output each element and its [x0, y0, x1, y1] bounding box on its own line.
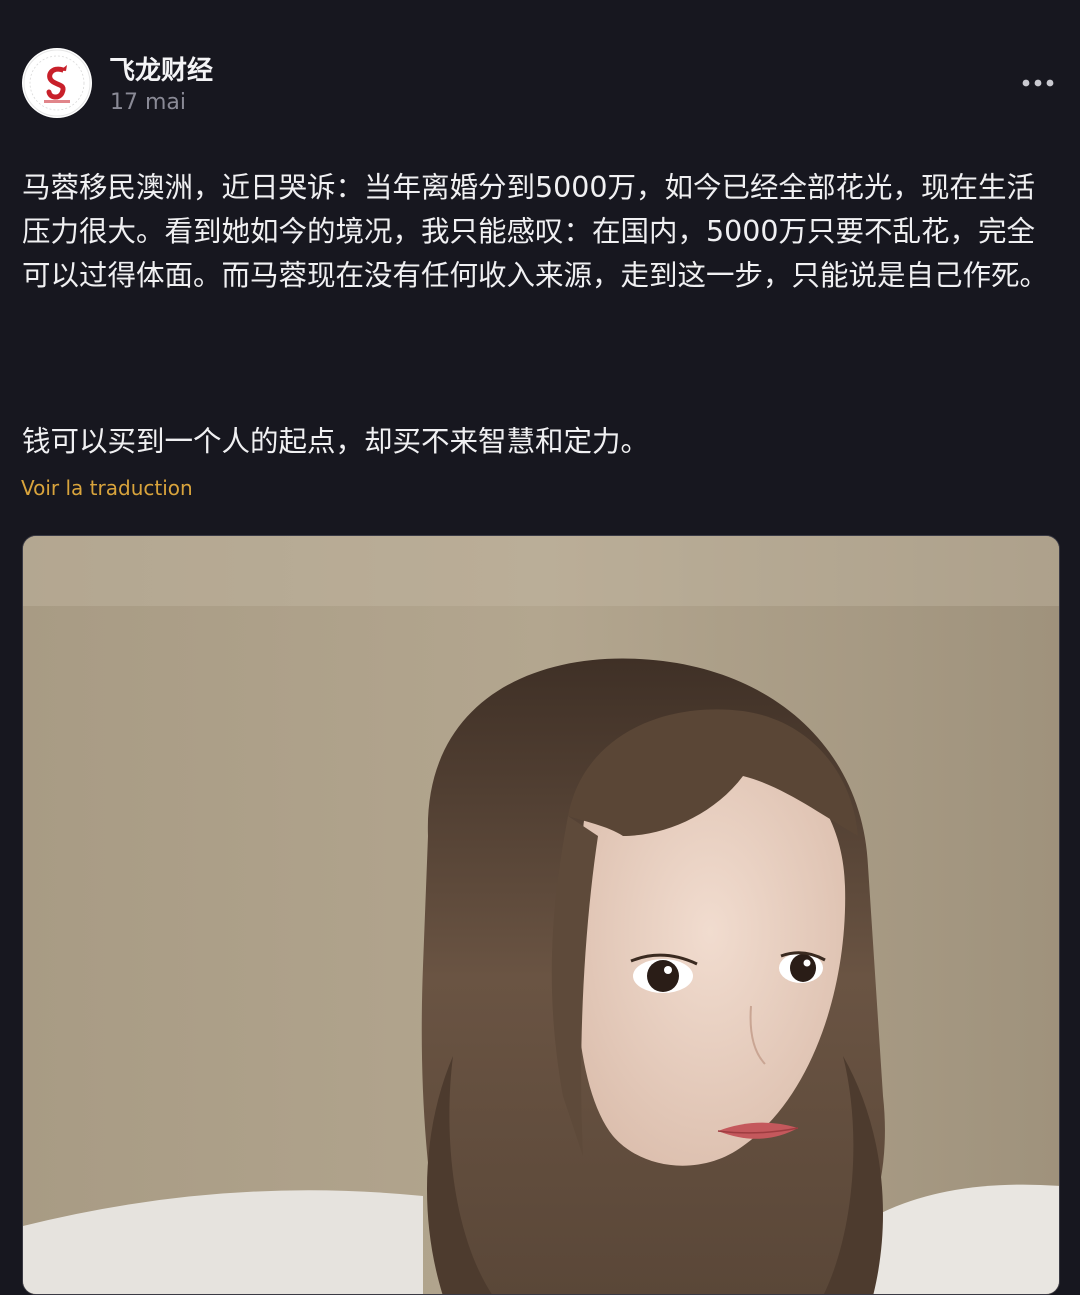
- post-paragraph: 马蓉移民澳洲，近日哭诉：当年离婚分到5000万，如今已经全部花光，现在生活压力很…: [22, 171, 1049, 292]
- portrait-photo: [23, 536, 1059, 1294]
- post-header: 飞龙财经 17 mai: [22, 48, 1058, 120]
- post-paragraph: 钱可以买到一个人的起点，却买不来智慧和定力。: [22, 425, 650, 458]
- post-body: 马蓉移民澳洲，近日哭诉：当年离婚分到5000万，如今已经全部花光，现在生活压力很…: [22, 166, 1058, 464]
- translate-link[interactable]: Voir la traduction: [21, 476, 193, 500]
- dragon-logo-icon: [23, 49, 91, 117]
- post-image[interactable]: [22, 535, 1060, 1295]
- author-name[interactable]: 飞龙财经: [109, 50, 213, 87]
- author-avatar[interactable]: [22, 48, 92, 118]
- more-horizontal-icon: [1022, 79, 1054, 87]
- more-options-button[interactable]: [1018, 70, 1058, 96]
- post-date[interactable]: 17 mai: [110, 90, 186, 115]
